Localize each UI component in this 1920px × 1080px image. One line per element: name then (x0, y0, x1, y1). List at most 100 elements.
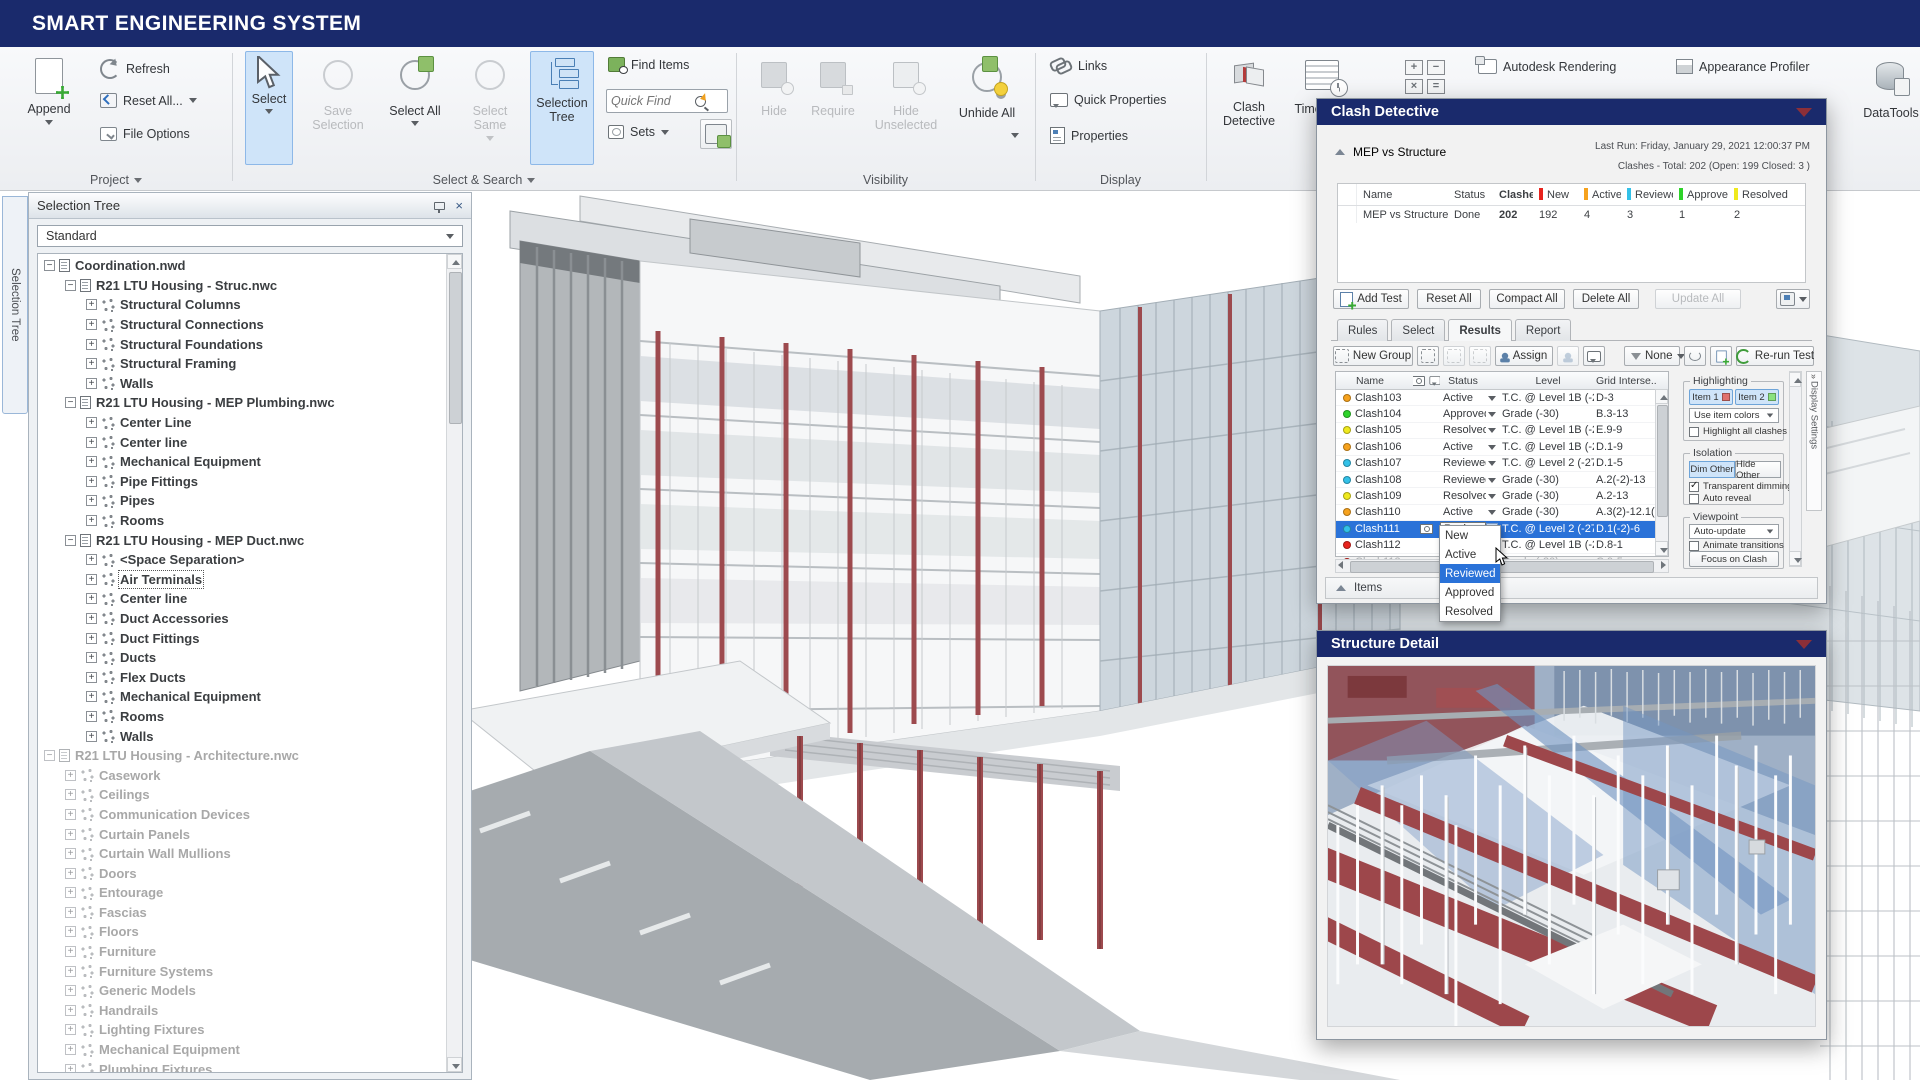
clash-tab[interactable]: Rules (1337, 319, 1388, 341)
auto-reveal-checkbox-row[interactable]: Auto reveal (1689, 493, 1751, 504)
grid-col-name[interactable]: Name (1336, 375, 1413, 387)
remove-from-group-button[interactable] (1469, 346, 1491, 366)
col-name[interactable]: Name (1357, 189, 1448, 201)
unassign-button[interactable] (1557, 346, 1579, 366)
highlight-all-checkbox-row[interactable]: Highlight all clashes (1689, 426, 1787, 437)
expander-icon[interactable] (86, 515, 97, 526)
col-status[interactable]: Status (1448, 189, 1493, 201)
expander-icon[interactable] (86, 633, 97, 644)
scroll-down-icon[interactable] (1789, 551, 1801, 566)
status-option[interactable]: Active (1440, 545, 1500, 564)
reset-all-button[interactable]: Reset All... (100, 93, 197, 108)
expander-icon[interactable] (86, 613, 97, 624)
expander-icon[interactable] (86, 731, 97, 742)
tree-item[interactable]: Center line (38, 589, 446, 609)
item1-button[interactable]: Item 1 (1689, 389, 1733, 405)
selection-tree-header[interactable]: Selection Tree × (29, 193, 471, 219)
unhide-all-button[interactable]: Unhide All (952, 51, 1022, 165)
expander-icon[interactable] (65, 397, 76, 408)
tree-item[interactable]: Mechanical Equipment (38, 687, 446, 707)
tree-item[interactable]: Ducts (38, 648, 446, 668)
status-dropdown-arrow[interactable] (1486, 474, 1498, 486)
hide-other-button[interactable]: Hide Other (1735, 461, 1781, 478)
test-group-header[interactable]: MEP vs Structure (1335, 145, 1446, 159)
new-group-button[interactable]: New Group (1333, 346, 1413, 366)
scroll-right-icon[interactable] (1661, 561, 1666, 569)
animate-transitions-checkbox-row[interactable]: Animate transitions (1689, 540, 1784, 551)
clash-row[interactable]: Clash103 Active T.C. @ Level 1B (-29) D-… (1336, 390, 1668, 406)
status-dropdown-arrow[interactable] (1486, 424, 1498, 436)
tree-scrollbar[interactable] (446, 254, 462, 1072)
checkbox-icon[interactable] (1689, 494, 1699, 504)
add-test-button[interactable]: Add Test (1333, 289, 1409, 309)
tree-item[interactable]: Casework (38, 765, 446, 785)
focus-on-clash-button[interactable]: Focus on Clash (1689, 551, 1779, 567)
checkbox-icon[interactable] (1689, 427, 1699, 437)
tree-item[interactable]: Mechanical Equipment (38, 1040, 446, 1060)
status-dropdown-arrow[interactable] (1486, 457, 1498, 469)
expander-icon[interactable] (65, 887, 76, 898)
status-dropdown-arrow[interactable] (1486, 490, 1498, 502)
items-section-bar[interactable]: Items (1325, 577, 1818, 599)
expander-icon[interactable] (86, 378, 97, 389)
tree-item[interactable]: Communication Devices (38, 805, 446, 825)
expander-icon[interactable] (65, 966, 76, 977)
selection-tree-button[interactable]: Selection Tree (530, 51, 594, 165)
tree-item[interactable]: Air Terminals (38, 570, 446, 590)
panel-collapse-icon[interactable] (1796, 640, 1812, 649)
clash-row[interactable]: Clash110 Active Grade (-30) A.3(2)-12.1(… (1336, 505, 1668, 521)
grid-col-icons[interactable] (1413, 375, 1440, 386)
tree-item[interactable]: Plumbing Fixtures (38, 1059, 446, 1073)
structure-detail-image[interactable] (1327, 665, 1816, 1027)
display-settings-tab[interactable]: » Display Settings (1806, 371, 1822, 511)
grid-col-level[interactable]: Level (1498, 375, 1594, 387)
tree-item[interactable]: Furniture Systems (38, 961, 446, 981)
status-option[interactable]: Resolved (1440, 602, 1500, 621)
clash-row[interactable]: Clash109 Resolved Grade (-30) A.2-13 (1336, 488, 1668, 504)
appearance-profiler-button[interactable]: Appearance Profiler (1676, 59, 1809, 74)
tree-item[interactable]: Structural Columns (38, 295, 446, 315)
ribbon-group-select-search[interactable]: Select & Search (232, 173, 736, 187)
expander-icon[interactable] (86, 691, 97, 702)
tree-item[interactable]: Coordination.nwd (38, 256, 446, 276)
find-items-button[interactable]: Find Items (608, 57, 689, 72)
status-dropdown-arrow[interactable] (1486, 408, 1498, 420)
tree-item[interactable]: <Space Separation> (38, 550, 446, 570)
tree-item[interactable]: Rooms (38, 511, 446, 531)
use-item-colors-select[interactable]: Use item colors (1689, 408, 1779, 423)
tree-item[interactable]: Structural Framing (38, 354, 446, 374)
expander-icon[interactable] (65, 1044, 76, 1055)
expander-icon[interactable] (86, 456, 97, 467)
select-all-button[interactable]: Select All (383, 51, 447, 165)
autodesk-rendering-button[interactable]: Autodesk Rendering (1478, 59, 1616, 74)
col-clashes[interactable]: Clashes (1493, 189, 1533, 201)
expander-icon[interactable] (86, 476, 97, 487)
col-resolved[interactable]: Resolved (1728, 188, 1803, 201)
col-active[interactable]: Active (1578, 188, 1621, 201)
quick-properties-button[interactable]: Quick Properties (1050, 93, 1166, 107)
checkbox-checked-icon[interactable] (1689, 482, 1699, 492)
tree-item[interactable]: Walls (38, 374, 446, 394)
tree-item[interactable]: Center line (38, 432, 446, 452)
saved-sets-button[interactable] (700, 119, 732, 149)
tree-item[interactable]: Floors (38, 922, 446, 942)
status-dropdown-arrow[interactable] (1486, 441, 1498, 453)
require-button[interactable]: Require (804, 51, 862, 165)
status-option[interactable]: Approved (1440, 583, 1500, 602)
expander-icon[interactable] (65, 1064, 76, 1073)
save-selection-button[interactable]: Save Selection (305, 51, 371, 165)
expander-icon[interactable] (86, 319, 97, 330)
tree-item[interactable]: Lighting Fixtures (38, 1020, 446, 1040)
tree-item[interactable]: Pipe Fittings (38, 472, 446, 492)
hide-unselected-button[interactable]: Hide Unselected (868, 51, 944, 165)
col-new[interactable]: New (1533, 188, 1578, 201)
expander-icon[interactable] (86, 711, 97, 722)
col-approved[interactable]: Approved (1673, 188, 1728, 201)
clash-row[interactable]: Clash111 Reviewed T.C. @ Level 2 (-27) D… (1336, 521, 1668, 537)
expander-icon[interactable] (65, 946, 76, 957)
scroll-up-icon[interactable] (1789, 372, 1801, 387)
expander-icon[interactable] (65, 848, 76, 859)
filter-select[interactable]: None (1624, 346, 1680, 366)
close-icon[interactable]: × (455, 199, 463, 212)
refresh-button[interactable]: Refresh (100, 59, 170, 79)
